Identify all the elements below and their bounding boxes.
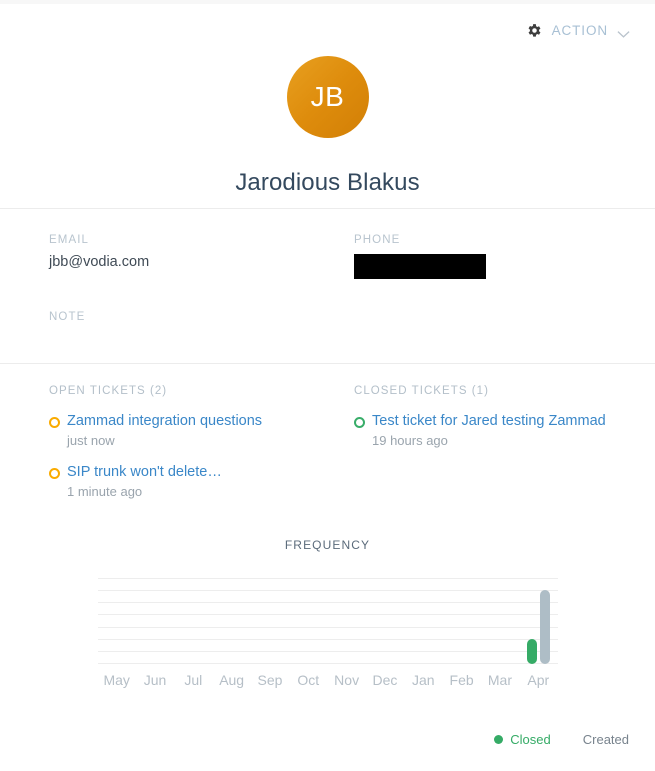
ticket-state-open-icon (49, 468, 60, 480)
legend-item-created[interactable]: Created (583, 732, 629, 747)
phone-field: PHONE (354, 234, 630, 279)
divider-middle (0, 363, 655, 364)
profile-header: JB Jarodious Blakus (0, 56, 655, 197)
phone-value-redacted (354, 254, 486, 279)
chevron-down-icon (617, 26, 630, 38)
divider-top (0, 208, 655, 209)
chart-month-group (519, 578, 557, 664)
chart-legend: Closed Created (494, 732, 629, 747)
ticket-title[interactable]: Test ticket for Jared testing Zammad (372, 412, 606, 430)
phone-label: PHONE (354, 234, 401, 246)
ticket-title[interactable]: Zammad integration questions (67, 412, 262, 430)
customer-profile-page: ACTION JB Jarodious Blakus EMAIL jbb@vod… (0, 0, 655, 771)
chart-month-group (404, 578, 442, 664)
chart-x-tick: Mar (487, 672, 512, 688)
email-label: EMAIL (49, 234, 90, 246)
legend-item-closed[interactable]: Closed (494, 732, 551, 747)
chart-month-group (98, 578, 136, 664)
action-button[interactable]: ACTION (526, 22, 630, 39)
legend-label-created: Created (582, 732, 629, 747)
chart-month-group (289, 578, 327, 664)
chart-bar-closed (526, 639, 537, 664)
chart-month-group (481, 578, 519, 664)
top-strip (0, 0, 655, 4)
closed-tickets-heading: CLOSED TICKETS (1) (354, 385, 489, 397)
attribute-section: EMAIL jbb@vodia.com PHONE NOTE (49, 234, 630, 331)
ticket-time: 19 hours ago (372, 433, 448, 449)
chart-x-tick: Dec (372, 672, 398, 688)
chart-x-tick: Feb (449, 672, 474, 688)
open-tickets-column: OPEN TICKETS (2) Zammad integration ques… (49, 385, 354, 499)
tickets-section: OPEN TICKETS (2) Zammad integration ques… (49, 385, 630, 499)
ticket-time: 1 minute ago (67, 484, 143, 500)
chart-x-axis: May Jun Jul Aug Sep Oct Nov Dec Jan Feb Mar Apr (98, 672, 558, 688)
ticket-state-closed-icon (354, 417, 365, 428)
ticket-time: just now (67, 433, 115, 449)
list-item[interactable]: Test ticket for Jared testing Zammad 19 … (354, 412, 630, 448)
email-value[interactable]: jbb@vodia.com (49, 254, 354, 270)
chart-x-tick: Jul (184, 672, 203, 688)
chart-x-tick: Jan (412, 672, 435, 688)
chart-month-group (136, 578, 174, 664)
chart-bars (98, 578, 558, 664)
list-item[interactable]: Zammad integration questions just now (49, 412, 354, 448)
list-item[interactable]: SIP trunk won't delete… 1 minute ago (49, 463, 354, 499)
chart-x-tick: Apr (527, 672, 550, 688)
chart-x-tick: Sep (257, 672, 283, 688)
open-tickets-heading: OPEN TICKETS (2) (49, 385, 168, 397)
email-field: EMAIL jbb@vodia.com (49, 234, 354, 279)
chart-month-group (212, 578, 250, 664)
avatar: JB (286, 56, 369, 138)
ticket-title[interactable]: SIP trunk won't delete… (67, 463, 222, 481)
page-title: Jarodious Blakus (235, 169, 420, 196)
chart-title: FREQUENCY (284, 538, 371, 552)
chart-x-tick: May (103, 672, 130, 688)
legend-dot-closed-icon (494, 735, 504, 744)
note-label: NOTE (49, 311, 86, 323)
action-label: ACTION (551, 23, 608, 38)
chart-plot-area (97, 578, 558, 664)
chart-x-tick: Jun (143, 672, 167, 688)
chart-bar-created (539, 590, 550, 664)
gear-icon (526, 22, 543, 39)
chart-x-tick: Nov (334, 672, 360, 688)
closed-tickets-column: CLOSED TICKETS (1) Test ticket for Jared… (354, 385, 630, 499)
chart-x-tick: Aug (219, 672, 245, 688)
ticket-state-open-icon (49, 417, 60, 428)
chart-month-group (366, 578, 404, 664)
chart-month-group (327, 578, 365, 664)
frequency-chart: FREQUENCY May Jun Jul Aug Sep Oct Nov Dec Jan Feb… (0, 538, 655, 688)
note-field: NOTE (49, 311, 354, 331)
chart-month-group (174, 578, 212, 664)
chart-x-tick: Oct (297, 672, 320, 688)
legend-label-closed: Closed (510, 732, 551, 747)
chart-month-group (442, 578, 480, 664)
chart-month-group (251, 578, 289, 664)
